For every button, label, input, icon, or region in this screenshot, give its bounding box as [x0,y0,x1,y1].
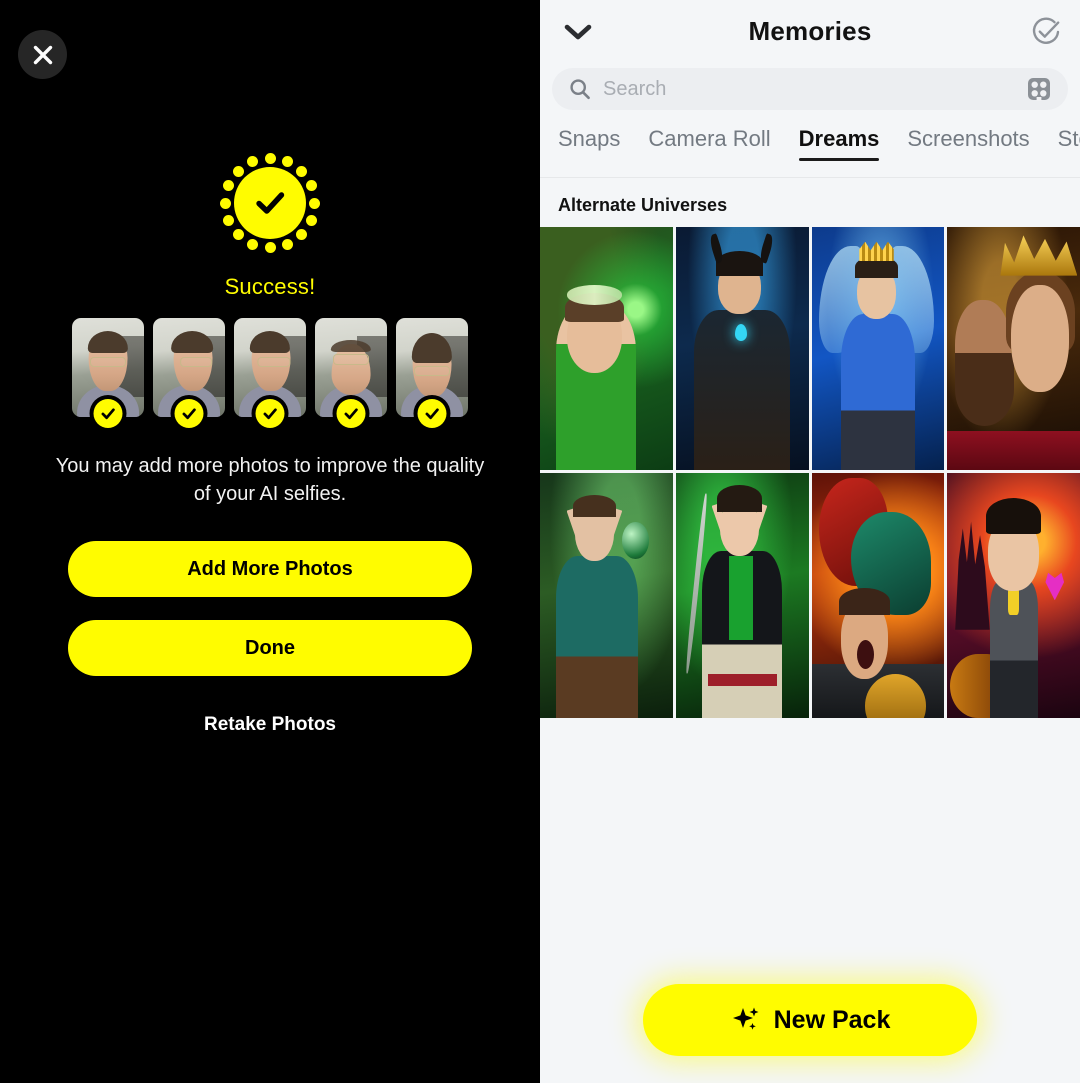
check-icon [263,408,277,420]
tab-stories[interactable]: Stories [1058,126,1080,161]
gallery-item-golden-crowned-kings[interactable] [947,227,1080,470]
list-item[interactable] [315,318,387,428]
success-ring-dot [233,228,245,240]
dreams-gallery-grid [540,227,1080,718]
success-ring-dot [220,197,231,209]
status-badge [93,399,123,428]
close-button[interactable] [18,30,67,79]
memories-panel: Memories Search Snaps Camera Roll Dreams… [540,0,1080,1083]
gallery-item-dark-horned-warrior[interactable] [675,227,809,470]
search-bar[interactable] [552,68,1068,110]
tab-screenshots[interactable]: Screenshots [907,126,1029,161]
success-ring-dot [305,180,317,192]
success-ring-dot [223,180,235,192]
circle-check-icon [1032,17,1060,44]
list-item[interactable] [153,318,225,428]
retake-photos-button[interactable]: Retake Photos [204,714,336,736]
tab-camera-roll[interactable]: Camera Roll [648,126,770,161]
search-input[interactable] [603,77,1026,101]
new-pack-container: New Pack [540,984,1080,1056]
search-icon [569,78,591,100]
app-root: Success! You may add more photos to impr… [0,0,1080,1083]
memories-tabs: Snaps Camera Roll Dreams Screenshots Sto… [540,126,1080,178]
success-ring-dot [233,166,245,178]
tab-snaps[interactable]: Snaps [558,126,620,161]
success-ring-dot [223,214,235,226]
status-badge [336,399,366,428]
success-ring-dot [295,228,307,240]
check-icon [425,408,439,420]
memories-header: Memories [540,0,1080,64]
section-title: Alternate Universes [558,195,728,215]
list-item[interactable] [72,318,144,428]
success-ring-dot [281,238,293,250]
check-icon [101,408,115,420]
status-badge [174,399,204,428]
grid-layout-icon[interactable] [1026,76,1052,102]
sparkle-icon [730,1004,762,1036]
selfie-capture-panel: Success! You may add more photos to impr… [0,0,540,1083]
check-icon [256,192,285,214]
success-ring-dot [281,156,293,168]
success-ring-dot [247,156,259,168]
success-ring-dot [309,197,320,209]
success-check-icon [215,148,325,258]
success-ring-dot [264,153,276,164]
list-item[interactable] [234,318,306,428]
add-more-photos-button[interactable]: Add More Photos [68,541,472,597]
tab-dreams[interactable]: Dreams [798,126,879,161]
select-mode-button[interactable] [1024,10,1068,54]
gallery-item-green-elf-archer[interactable] [675,473,809,718]
gallery-item-dragon-rider-shouting[interactable] [811,473,945,718]
close-icon [33,45,52,64]
success-ring-dot [247,238,259,250]
page-title: Memories [748,16,872,46]
status-badge [255,399,285,428]
status-badge [417,399,447,428]
gallery-item-caricature-suit-dragon[interactable] [947,473,1080,718]
status-label: Success! [224,274,316,299]
success-status: Success! [0,148,540,300]
helper-text: You may add more photos to improve the q… [55,455,485,505]
done-button[interactable]: Done [68,620,472,676]
new-pack-label: New Pack [773,1005,891,1034]
success-ring-dot [264,242,276,253]
list-item[interactable] [396,318,468,428]
success-ring-dot [295,166,307,178]
gallery-item-blue-winged-fairy-king[interactable] [811,227,945,470]
success-ring-dot [305,214,317,226]
success-icon-core [234,167,306,239]
check-icon [182,408,196,420]
check-icon [344,408,358,420]
captured-photos-list [0,318,540,428]
new-pack-button[interactable]: New Pack [643,984,977,1056]
gallery-item-green-forest-elf-king[interactable] [540,227,673,470]
gallery-item-forest-elf-with-orb[interactable] [540,473,673,718]
